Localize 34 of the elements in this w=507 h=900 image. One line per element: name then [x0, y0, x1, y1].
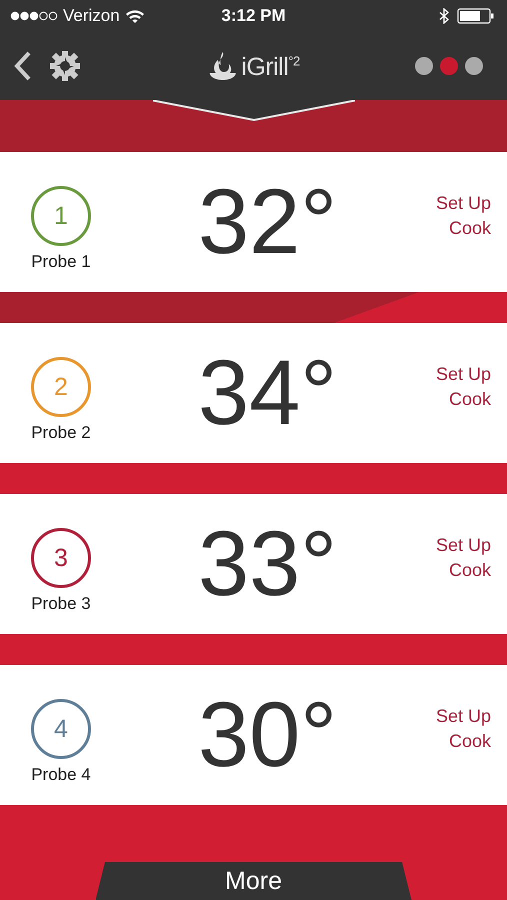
more-button[interactable]: More: [96, 862, 412, 900]
probe-card[interactable]: 3 Probe 3 33° Set Up Cook: [0, 494, 507, 634]
flame-logo-icon: [207, 50, 238, 82]
probe-label: Probe 1: [31, 252, 91, 272]
setup-cook-link[interactable]: Set Up Cook: [421, 533, 491, 583]
app-title: iGrill$^{°2}$: [241, 53, 300, 82]
page-dot[interactable]: [465, 57, 483, 75]
status-time: 3:12 PM: [221, 6, 286, 26]
probe-card[interactable]: 2 Probe 2 34° Set Up Cook: [0, 323, 507, 463]
probe-label: Probe 4: [31, 765, 91, 785]
setup-cook-link[interactable]: Set Up Cook: [421, 704, 491, 754]
setup-cook-link[interactable]: Set Up Cook: [421, 191, 491, 241]
temperature-reading: 34°: [196, 340, 338, 446]
bluetooth-icon: [439, 8, 449, 24]
battery-icon: [457, 8, 495, 24]
page-dot[interactable]: [415, 57, 433, 75]
probe-label: Probe 3: [31, 594, 91, 614]
probe-card[interactable]: 4 Probe 4 30° Set Up Cook: [0, 665, 507, 805]
page-dot[interactable]: [440, 57, 458, 75]
settings-icon[interactable]: [48, 49, 82, 83]
temperature-reading: 32°: [196, 170, 338, 274]
signal-icon: [10, 11, 58, 21]
probe-number: 1: [31, 186, 91, 246]
probe-number: 2: [31, 357, 91, 417]
carrier-name: Verizon: [63, 6, 120, 26]
back-icon[interactable]: [14, 51, 32, 81]
probe-number: 3: [31, 528, 91, 588]
probe-number: 4: [31, 699, 91, 759]
probe-label: Probe 2: [31, 423, 91, 443]
probe-card[interactable]: 1 Probe 1 32° Set Up Cook: [0, 152, 507, 292]
wifi-icon: [124, 9, 145, 23]
temperature-reading: 30°: [196, 682, 338, 788]
temperature-reading: 33°: [196, 512, 338, 616]
setup-cook-link[interactable]: Set Up Cook: [421, 362, 491, 412]
